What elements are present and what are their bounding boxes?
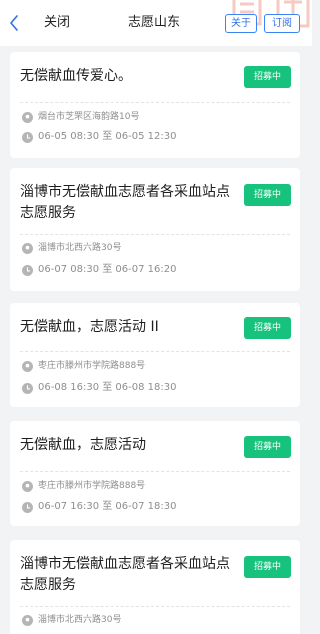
divider <box>20 234 290 235</box>
divider <box>20 102 290 103</box>
close-button[interactable]: 关闭 <box>44 15 70 31</box>
activity-title: 淄博市无偿献血志愿者各采血站点志愿服务 <box>20 184 230 221</box>
address-row: 淄博市北西六路30号 <box>22 240 121 256</box>
clock-icon <box>22 501 33 513</box>
clock-icon <box>22 131 33 143</box>
activity-address: 淄博市北西六路30号 <box>38 615 122 625</box>
activity-card[interactable]: 无偿献血传爱心。 招募中 烟台市芝罘区海韵路10号 06-05 08:30 至 … <box>10 52 300 158</box>
status-badge: 招募中 <box>244 317 291 339</box>
location-pin-icon <box>22 111 33 123</box>
location-pin-icon <box>22 360 33 372</box>
activity-address: 枣庄市滕州市学院路888号 <box>38 481 146 491</box>
status-badge: 招募中 <box>244 66 291 88</box>
time-row: 06-07 16:30 至 06-07 18:30 <box>22 499 176 515</box>
activity-card[interactable]: 无偿献血，志愿活动 II 招募中 枣庄市滕州市学院路888号 06-08 16:… <box>10 303 300 407</box>
status-badge: 招募中 <box>244 184 291 206</box>
location-pin-icon <box>22 614 33 626</box>
activity-address: 淄博市北西六路30号 <box>38 243 122 253</box>
time-row: 06-08 16:30 至 06-08 18:30 <box>22 380 176 396</box>
status-badge: 招募中 <box>244 556 291 578</box>
activity-title: 无偿献血，志愿活动 II <box>20 319 159 335</box>
divider <box>20 351 290 352</box>
divider <box>20 606 290 607</box>
location-pin-icon <box>22 242 33 254</box>
activity-card[interactable]: 淄博市无偿献血志愿者各采血站点志愿服务 招募中 淄博市北西六路30号 06-07… <box>10 168 300 291</box>
activity-card[interactable]: 无偿献血，志愿活动 招募中 枣庄市滕州市学院路888号 06-07 16:30 … <box>10 421 300 526</box>
clock-icon <box>22 264 33 276</box>
divider <box>20 471 290 472</box>
subscribe-button[interactable]: 订阅 <box>264 14 300 33</box>
activity-address: 烟台市芝罘区海韵路10号 <box>38 112 140 122</box>
back-icon[interactable] <box>4 11 24 35</box>
address-row: 枣庄市滕州市学院路888号 <box>22 478 145 494</box>
page-title: 志愿山东 <box>128 15 181 30</box>
clock-icon <box>22 382 33 394</box>
time-row: 06-05 08:30 至 06-05 12:30 <box>22 129 176 145</box>
activity-card[interactable]: 淄博市无偿献血志愿者各采血站点志愿服务 招募中 淄博市北西六路30号 <box>10 540 300 634</box>
activity-title: 无偿献血，志愿活动 <box>20 437 146 453</box>
activity-time: 06-07 08:30 至 06-07 16:20 <box>38 264 177 275</box>
activity-title: 淄博市无偿献血志愿者各采血站点志愿服务 <box>20 556 230 593</box>
navbar: 关闭 志愿山东 关于 订阅 <box>0 0 312 46</box>
status-badge: 招募中 <box>244 436 291 458</box>
activity-time: 06-07 16:30 至 06-07 18:30 <box>38 501 177 512</box>
activity-time: 06-08 16:30 至 06-08 18:30 <box>38 382 177 393</box>
activity-title: 无偿献血传爱心。 <box>20 68 132 84</box>
address-row: 淄博市北西六路30号 <box>22 612 121 628</box>
activity-address: 枣庄市滕州市学院路888号 <box>38 361 146 371</box>
activity-time: 06-05 08:30 至 06-05 12:30 <box>38 131 177 142</box>
time-row: 06-07 08:30 至 06-07 16:20 <box>22 262 176 278</box>
location-pin-icon <box>22 480 33 492</box>
address-row: 枣庄市滕州市学院路888号 <box>22 358 145 374</box>
address-row: 烟台市芝罘区海韵路10号 <box>22 109 139 125</box>
about-button[interactable]: 关于 <box>225 14 257 33</box>
